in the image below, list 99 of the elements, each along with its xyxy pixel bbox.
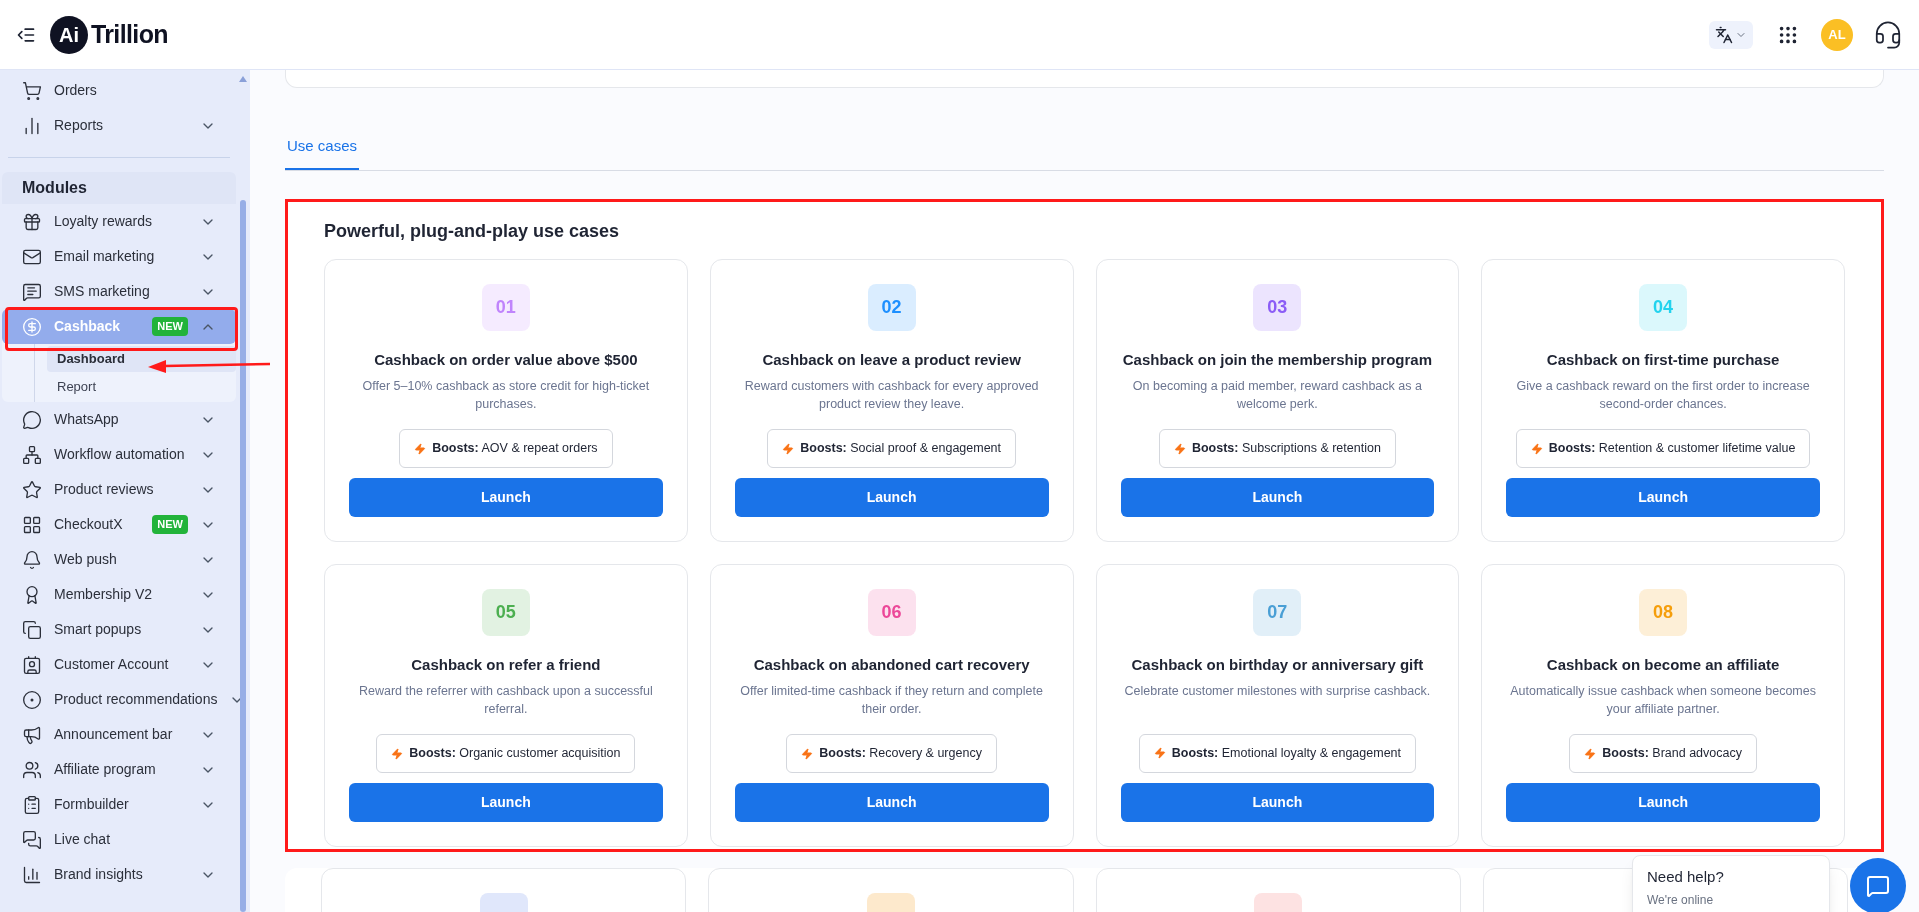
card-description: Give a cashback reward on the first order to increase second-order chances. (1515, 378, 1811, 414)
logo-text: Trillion (91, 18, 168, 50)
launch-button[interactable]: Launch (1506, 478, 1820, 517)
menu-icon (22, 281, 42, 302)
tab[interactable]: Use cases (285, 125, 360, 170)
launch-button[interactable]: Launch (1506, 783, 1820, 822)
menu-icon (22, 549, 42, 570)
step-number: 01 (481, 284, 530, 331)
card-description: On becoming a paid member, reward cashback as a welcome perk. (1131, 378, 1423, 414)
sidebar-item[interactable]: Membership V2 (2, 577, 236, 612)
section-heading: Modules (2, 172, 236, 204)
boosts-text: Boosts: Organic customer acquisition (409, 745, 621, 763)
help-popup[interactable]: Need help? We're online (1632, 855, 1830, 912)
card-title: Cashback on become an affiliate (1546, 654, 1780, 675)
sidebar-item[interactable]: Email marketing (2, 239, 236, 274)
card-description: Reward customers with cashback for every approved product review they leave. (743, 378, 1040, 414)
launch-button[interactable]: Launch (734, 783, 1049, 822)
lightning-icon (1173, 442, 1186, 455)
panel-title: Powerful, plug-and-play use cases (324, 220, 621, 243)
lightning-icon (782, 442, 795, 455)
launch-button[interactable]: Launch (734, 478, 1049, 517)
menu-icon (22, 759, 42, 780)
menu-icon (22, 829, 42, 850)
sidebar-item[interactable]: Formbuilder (2, 787, 236, 822)
step-number: 07 (1253, 589, 1302, 636)
menu-icon (22, 794, 42, 815)
card-description: Offer 5–10% cashback as store credit for high-ticket purchases. (361, 378, 651, 414)
sidebar-item[interactable]: Loyalty rewards (2, 204, 236, 239)
card-title: Cashback on abandoned cart recovery (753, 654, 1030, 675)
sidebar-item[interactable]: Live chat (2, 822, 236, 857)
logo-mark: Ai (50, 15, 88, 54)
menu-icon (22, 211, 42, 232)
lightning-icon (1530, 442, 1543, 455)
new-badge: NEW (152, 317, 188, 336)
menu-icon (22, 864, 42, 885)
sidebar-item[interactable]: Announcement bar (2, 717, 236, 752)
sidebar-item[interactable]: Affiliate program (2, 752, 236, 787)
submenu-item[interactable]: Report (47, 374, 236, 400)
menu-icon (22, 514, 42, 535)
support-headset-icon[interactable] (1873, 19, 1903, 50)
step-number: 04 (1639, 284, 1688, 331)
lightning-icon (1153, 747, 1166, 760)
sidebar-item[interactable]: Customer Account (2, 647, 236, 682)
launch-button[interactable]: Launch (349, 783, 663, 822)
menu-icon (22, 444, 42, 465)
card-title: Cashback on order value above $500 (374, 349, 638, 370)
boosts-text: Boosts: Emotional loyalty & engagement (1171, 744, 1401, 762)
sidebar-item[interactable]: Product reviews (2, 472, 236, 507)
lightning-icon (801, 747, 814, 760)
lightning-icon (391, 747, 404, 760)
sidebar-item[interactable]: WhatsApp (2, 402, 236, 437)
boosts-text: Boosts: Brand advocacy (1602, 745, 1742, 763)
step-number: 03 (1253, 284, 1302, 331)
step-number: 05 (481, 589, 530, 636)
sidebar-item[interactable]: Brand insights (2, 857, 236, 892)
lightning-icon (1584, 747, 1597, 760)
launch-button[interactable]: Launch (1120, 782, 1435, 822)
sidebar-item[interactable]: Orders (2, 73, 236, 108)
chat-icon (1866, 874, 1890, 898)
help-title: Need help? (1647, 867, 1725, 887)
menu-icon (22, 619, 42, 640)
menu-icon (22, 689, 42, 710)
sidebar-item[interactable]: CheckoutX NEW (2, 507, 236, 542)
card-title: Cashback on leave a product review (762, 349, 1021, 370)
sidebar-item[interactable]: Smart popups (2, 612, 236, 647)
launch-button[interactable]: Launch (349, 478, 663, 517)
card-title: Cashback on join the membership program (1122, 349, 1432, 370)
card-description: Offer limited-time cashback if they return and complete their order. (739, 683, 1044, 719)
menu-icon (22, 479, 42, 500)
help-status: We're online (1647, 891, 1715, 909)
menu-icon (22, 654, 42, 675)
menu-icon (22, 724, 42, 745)
card-description: Celebrate customer milestones with surprise cashback. (1124, 683, 1431, 701)
boosts-text: Boosts: AOV & repeat orders (432, 440, 598, 458)
sidebar-item[interactable]: Workflow automation (2, 437, 236, 472)
sidebar-item[interactable]: Web push (2, 542, 236, 577)
translate-icon (1715, 25, 1733, 44)
boosts-text: Boosts: Subscriptions & retention (1191, 440, 1381, 458)
scrollbar[interactable] (240, 200, 246, 912)
lightning-icon (414, 442, 427, 455)
boosts-text: Boosts: Social proof & engagement (800, 440, 1002, 458)
new-badge: NEW (152, 515, 188, 534)
card-description: Reward the referrer with cashback upon a successful referral. (357, 683, 654, 719)
boosts-text: Boosts: Retention & customer lifetime value (1548, 440, 1796, 458)
sidebar-item[interactable]: SMS marketing (2, 274, 236, 309)
step-number: 06 (867, 589, 916, 636)
menu-icon (22, 409, 42, 430)
card-description: Automatically issue cashback when someone becomes your affiliate partner. (1509, 683, 1817, 719)
step-number: 02 (867, 284, 916, 331)
language-button[interactable] (1709, 20, 1753, 49)
card-title: Cashback on refer a friend (411, 654, 601, 675)
card-title: Cashback on birthday or anniversary gift (1131, 654, 1424, 675)
card-title: Cashback on first-time purchase (1546, 349, 1780, 370)
step-number: 08 (1639, 589, 1688, 636)
boosts-text: Boosts: Recovery & urgency (819, 745, 982, 763)
sidebar-item[interactable]: Reports (2, 108, 236, 143)
menu-icon (22, 80, 42, 101)
menu-icon (22, 316, 42, 337)
launch-button[interactable]: Launch (1120, 478, 1435, 517)
